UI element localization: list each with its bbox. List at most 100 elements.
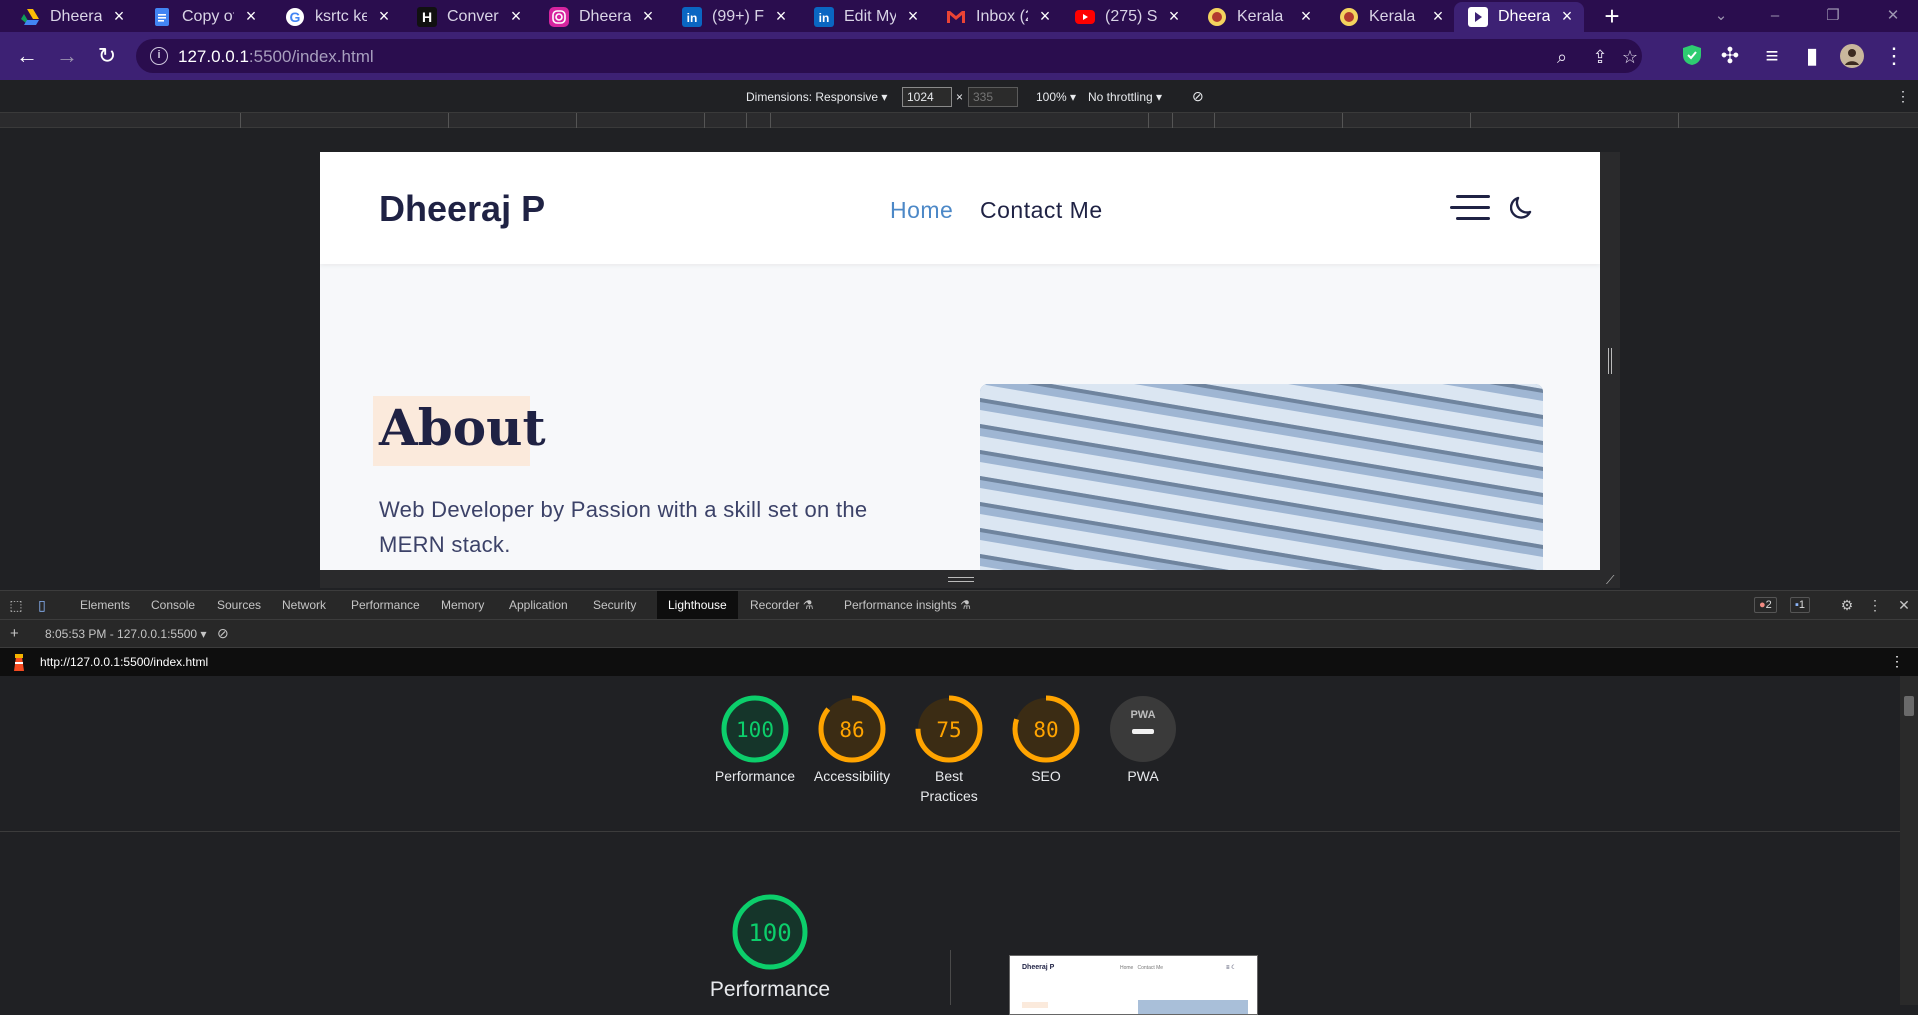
tab-application[interactable]: Application <box>509 591 568 619</box>
forward-arrow-icon[interactable]: → <box>55 44 79 68</box>
close-icon[interactable]: × <box>1036 7 1054 25</box>
restore-icon[interactable]: ❐ <box>1810 0 1856 32</box>
gauge-pwa[interactable]: PWA PWA <box>1093 694 1193 786</box>
resize-handle-bottom[interactable] <box>320 570 1620 588</box>
tab-8[interactable]: (275) St × <box>1075 2 1187 32</box>
devtools-kebab-icon[interactable]: ⋮ <box>1867 597 1883 613</box>
zoom-dropdown[interactable]: 100% ▾ <box>1036 90 1076 104</box>
site-logo[interactable]: Dheeraj P <box>379 188 545 230</box>
tab-10[interactable]: Kerala F × <box>1339 2 1451 32</box>
final-screenshot-thumbnail[interactable]: Dheeraj P Home Contact Me ≡ ☾ <box>1009 955 1258 1015</box>
site-info-icon[interactable]: i <box>150 47 168 65</box>
resize-handle-right[interactable] <box>1600 152 1620 570</box>
gauge-performance[interactable]: 100 Performance <box>705 694 805 786</box>
tab-network[interactable]: Network <box>282 591 326 619</box>
tab-1[interactable]: Copy of × <box>152 2 264 32</box>
report-scrollbar[interactable] <box>1900 676 1918 1005</box>
close-icon[interactable]: × <box>1165 7 1183 25</box>
tab-label: Copy of <box>182 8 234 25</box>
add-report-button[interactable]: + <box>10 625 19 642</box>
performance-main-gauge[interactable]: 100 <box>720 893 820 976</box>
nav-link-contact[interactable]: Contact Me <box>980 197 1103 224</box>
puzzle-extensions-icon[interactable]: ✣ <box>1718 44 1742 68</box>
tab-6[interactable]: in Edit My × <box>814 2 926 32</box>
tab-search-chevron-icon[interactable]: ⌄ <box>1698 0 1744 32</box>
reload-icon[interactable]: ↻ <box>95 44 119 68</box>
zoom-icon[interactable]: ⌕ <box>1552 47 1572 67</box>
linkedin-icon: in <box>682 7 702 27</box>
shield-extension-icon[interactable] <box>1680 44 1704 68</box>
gauge-seo-score: 80 <box>1033 718 1058 742</box>
gauge-seo-ring: 80 <box>1012 695 1080 763</box>
device-toggle-icon[interactable]: ▯ <box>34 597 50 613</box>
address-bar[interactable]: i 127.0.0.1:5500/index.html ⌕ ⇪ ☆ <box>136 39 1642 73</box>
close-icon[interactable]: × <box>772 7 790 25</box>
bookmark-star-icon[interactable]: ☆ <box>1620 47 1640 67</box>
tab-elements[interactable]: Elements <box>80 591 130 619</box>
tab-memory[interactable]: Memory <box>441 591 484 619</box>
dimensions-dropdown[interactable]: Dimensions: Responsive ▾ <box>746 90 887 104</box>
settings-gear-icon[interactable]: ⚙ <box>1839 597 1855 613</box>
close-icon[interactable]: × <box>110 7 128 25</box>
kebab-menu-icon[interactable]: ⋮ <box>1882 44 1906 68</box>
close-window-icon[interactable]: ✕ <box>1870 0 1916 32</box>
address-url[interactable]: 127.0.0.1:5500/index.html <box>178 47 374 67</box>
flask-icon: ⚗ <box>802 598 814 612</box>
performance-main-label: Performance <box>709 978 831 1001</box>
tab-0[interactable]: Dheeraj × <box>20 2 132 32</box>
resize-corner-icon[interactable]: ⟋ <box>1606 574 1618 586</box>
gauge-accessibility[interactable]: 86 Accessibility <box>802 694 902 786</box>
new-tab-button[interactable]: + <box>1598 2 1626 30</box>
media-queue-icon[interactable]: ≡ <box>1760 44 1784 68</box>
back-arrow-icon[interactable]: ← <box>15 44 39 68</box>
close-icon[interactable]: × <box>1429 7 1447 25</box>
hamburger-menu-icon[interactable] <box>1450 193 1490 223</box>
nav-link-home[interactable]: Home <box>890 197 953 224</box>
device-options-icon[interactable]: ⋮ <box>1896 88 1910 105</box>
tab-7[interactable]: Inbox (2 × <box>946 2 1058 32</box>
media-query-ruler[interactable] <box>0 112 1918 128</box>
tab-performance[interactable]: Performance <box>351 591 420 619</box>
rotate-block-icon[interactable]: ⊘ <box>1192 88 1204 105</box>
error-dot-icon: ● <box>1759 599 1766 611</box>
tab-9[interactable]: Kerala F × <box>1207 2 1319 32</box>
minimize-icon[interactable]: – <box>1752 0 1798 32</box>
clear-report-icon[interactable]: ⊘ <box>217 625 229 642</box>
tab-security[interactable]: Security <box>593 591 636 619</box>
gauge-best-practices[interactable]: 75 Best Practices <box>899 694 999 806</box>
moon-icon[interactable] <box>1510 192 1538 220</box>
width-input[interactable] <box>902 87 952 107</box>
tab-2[interactable]: G ksrtc ke × <box>285 2 397 32</box>
close-icon[interactable]: × <box>375 7 393 25</box>
tab-11-active[interactable]: Dheeraj × <box>1454 2 1584 32</box>
devtools-close-icon[interactable]: ✕ <box>1896 597 1912 613</box>
report-url[interactable]: http://127.0.0.1:5500/index.html <box>40 655 208 669</box>
instagram-icon <box>549 7 569 27</box>
tab-lighthouse[interactable]: Lighthouse <box>657 591 738 619</box>
tab-sources[interactable]: Sources <box>217 591 261 619</box>
gauge-best-practices-label: Best Practices <box>920 768 978 804</box>
height-input[interactable] <box>968 87 1018 107</box>
share-icon[interactable]: ⇪ <box>1590 47 1610 67</box>
inspect-element-icon[interactable]: ⬚ <box>8 597 24 613</box>
avatar[interactable] <box>1840 44 1864 68</box>
report-select[interactable]: 8:05:53 PM - 127.0.0.1:5500 ▾ <box>45 627 206 641</box>
gauge-seo[interactable]: 80 SEO <box>996 694 1096 786</box>
tab-console[interactable]: Console <box>151 591 195 619</box>
close-icon[interactable]: × <box>639 7 657 25</box>
close-icon[interactable]: × <box>1297 7 1315 25</box>
tab-5[interactable]: in (99+) Fe × <box>682 2 794 32</box>
error-count-badge[interactable]: ●2 <box>1754 597 1777 613</box>
tab-recorder[interactable]: Recorder ⚗ <box>750 591 813 619</box>
close-icon[interactable]: × <box>1558 7 1576 25</box>
report-menu-icon[interactable]: ⋮ <box>1890 653 1904 670</box>
message-count-badge[interactable]: ▪1 <box>1790 597 1811 613</box>
tab-3[interactable]: H Convert × <box>417 2 529 32</box>
close-icon[interactable]: × <box>507 7 525 25</box>
throttling-dropdown[interactable]: No throttling ▾ <box>1088 90 1162 104</box>
close-icon[interactable]: × <box>904 7 922 25</box>
side-panel-icon[interactable]: ▮ <box>1800 44 1824 68</box>
close-icon[interactable]: × <box>242 7 260 25</box>
tab-performance-insights[interactable]: Performance insights ⚗ <box>844 591 971 619</box>
tab-4[interactable]: Dheeraj × <box>549 2 661 32</box>
